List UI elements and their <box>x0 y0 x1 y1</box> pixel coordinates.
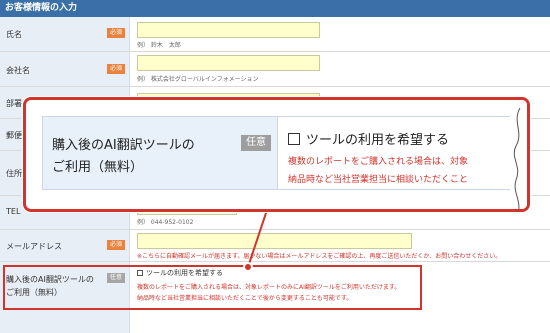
email-label: メールアドレス <box>6 242 62 251</box>
required-badge: 必須 <box>107 240 125 250</box>
company-input[interactable] <box>137 55 320 71</box>
zoom-value-cell: ツールの利用を希望する 複数のレポートをご購入される場合は、対象 納品時など当社… <box>278 116 527 190</box>
name-row: 氏名 必須 例） 鈴木 太郎 <box>0 17 550 52</box>
zoom-checkbox-label: ツールの利用を希望する <box>306 133 450 148</box>
name-input[interactable] <box>137 22 320 38</box>
zoom-note-line2: 納品時など当社営業担当に相談いただくこと <box>288 175 469 185</box>
torn-edge <box>510 100 527 209</box>
zoom-label-cell: 購入後のAI翻訳ツールの ご利用（無料） 任意 <box>42 116 278 190</box>
zoom-checkbox-icon[interactable] <box>288 133 300 145</box>
zoom-checkbox[interactable]: ツールの利用を希望する <box>288 129 449 148</box>
zoom-label: 購入後のAI翻訳ツールの ご利用（無料） <box>52 135 195 179</box>
company-label: 会社名 <box>6 66 30 75</box>
email-note: ※こちらに自動確認メールが届きます。届かない場合はメールアドレスをご確認の上、再… <box>137 253 502 260</box>
email-row: メールアドレス 必須 ※こちらに自動確認メールが届きます。届かない場合はメールア… <box>0 230 550 262</box>
customer-info-form: お客様情報の入力 氏名 必須 例） 鈴木 太郎 会社名 必須 例） 株式会社グロ… <box>0 0 550 333</box>
ai-tool-highlight-frame <box>3 265 422 310</box>
company-example: 例） 株式会社グローバルインフォメーション <box>137 76 259 83</box>
zoom-optional-badge: 任意 <box>241 135 271 151</box>
tel-example: 例） 044-952-0102 <box>137 219 194 226</box>
zoom-label-line2: ご利用（無料） <box>52 160 144 175</box>
department-label: 部署 <box>6 99 22 108</box>
zoom-callout: 購入後のAI翻訳ツールの ご利用（無料） 任意 ツールの利用を希望する 複数のレ… <box>23 97 530 212</box>
email-label-cell: メールアドレス 必須 <box>0 230 130 261</box>
company-row: 会社名 必須 例） 株式会社グローバルインフォメーション <box>0 52 550 87</box>
callout-anchor-dot <box>243 262 253 272</box>
section-header: お客様情報の入力 <box>0 0 550 17</box>
name-example: 例） 鈴木 太郎 <box>137 42 181 49</box>
zoom-content: 購入後のAI翻訳ツールの ご利用（無料） 任意 ツールの利用を希望する 複数のレ… <box>42 116 527 190</box>
required-badge: 必須 <box>107 28 125 38</box>
email-input[interactable] <box>137 233 412 249</box>
name-label-cell: 氏名 必須 <box>0 17 130 51</box>
required-badge: 必須 <box>107 64 125 74</box>
address-label: 住所 <box>6 169 22 178</box>
company-label-cell: 会社名 必須 <box>0 52 130 86</box>
zoom-label-line1: 購入後のAI翻訳ツールの <box>52 138 195 153</box>
name-label: 氏名 <box>6 30 22 39</box>
zoom-note-line1: 複数のレポートをご購入される場合は、対象 <box>288 157 469 167</box>
tel-label: TEL <box>6 207 21 216</box>
